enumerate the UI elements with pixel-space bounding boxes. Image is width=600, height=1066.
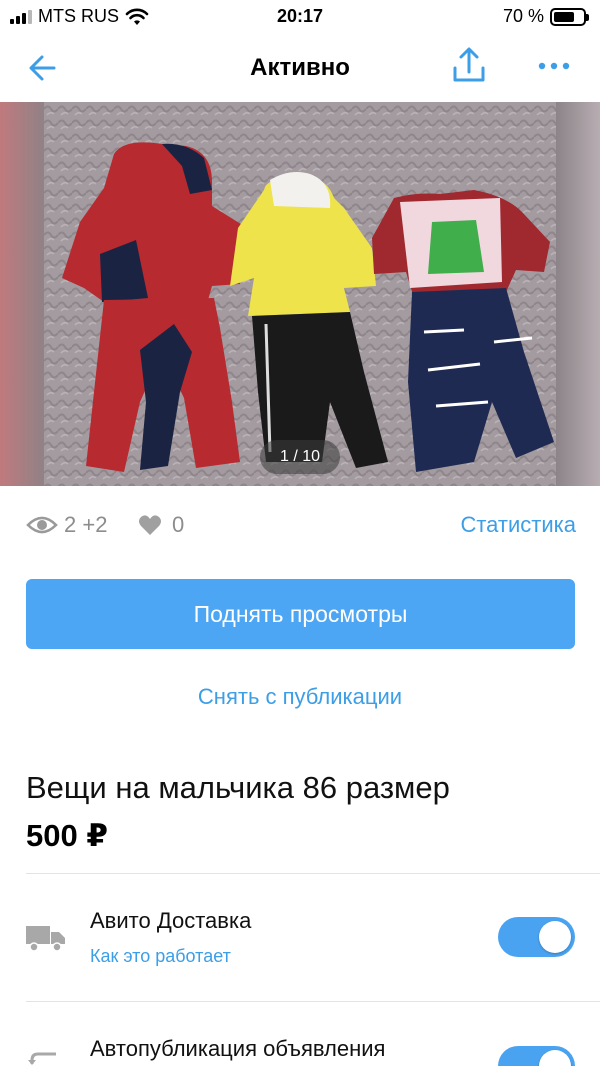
divider [26, 873, 600, 874]
statistics-link[interactable]: Статистика [460, 512, 576, 538]
delivery-title: Авито Доставка [90, 908, 252, 933]
stats-row: 2 +2 0 Статистика [26, 506, 576, 546]
photo-counter: 1 / 10 [260, 440, 340, 474]
back-arrow-icon[interactable] [24, 50, 64, 86]
views-count: 2 +2 [64, 512, 108, 537]
eye-icon [26, 516, 58, 534]
delivery-truck-icon [26, 926, 65, 952]
boost-views-button[interactable]: Поднять просмотры [26, 579, 575, 649]
prev-photo-preview[interactable] [0, 102, 44, 486]
likes-count: 0 [172, 512, 185, 537]
toggle-knob [539, 1050, 571, 1066]
listing-price: 500 ₽ [26, 818, 108, 853]
status-bar: MTS RUS 20:17 70 % [0, 0, 600, 34]
heart-icon [139, 515, 161, 535]
page-title: Активно [250, 54, 350, 81]
autopublish-toggle[interactable] [498, 1046, 575, 1066]
repeat-icon [28, 1052, 56, 1065]
divider [26, 1001, 600, 1002]
battery-icon [550, 7, 589, 26]
listing-title: Вещи на мальчика 86 размер [26, 770, 450, 805]
nav-bar: Активно [0, 34, 600, 102]
delivery-how-it-works-link[interactable]: Как это работает [90, 946, 231, 967]
autopublish-title: Автопубликация объявления [90, 1036, 386, 1061]
battery-percent: 70 % [502, 6, 544, 26]
share-icon[interactable] [448, 44, 490, 88]
photo-gallery[interactable]: 1 / 10 [0, 102, 600, 486]
unpublish-link[interactable]: Снять с публикации [0, 684, 600, 710]
more-icon[interactable] [532, 52, 576, 80]
status-right: 70 % [502, 6, 589, 27]
delivery-toggle[interactable] [498, 917, 575, 957]
next-photo-preview[interactable] [556, 102, 600, 486]
toggle-knob [539, 921, 571, 953]
listing-photo[interactable] [44, 102, 556, 486]
